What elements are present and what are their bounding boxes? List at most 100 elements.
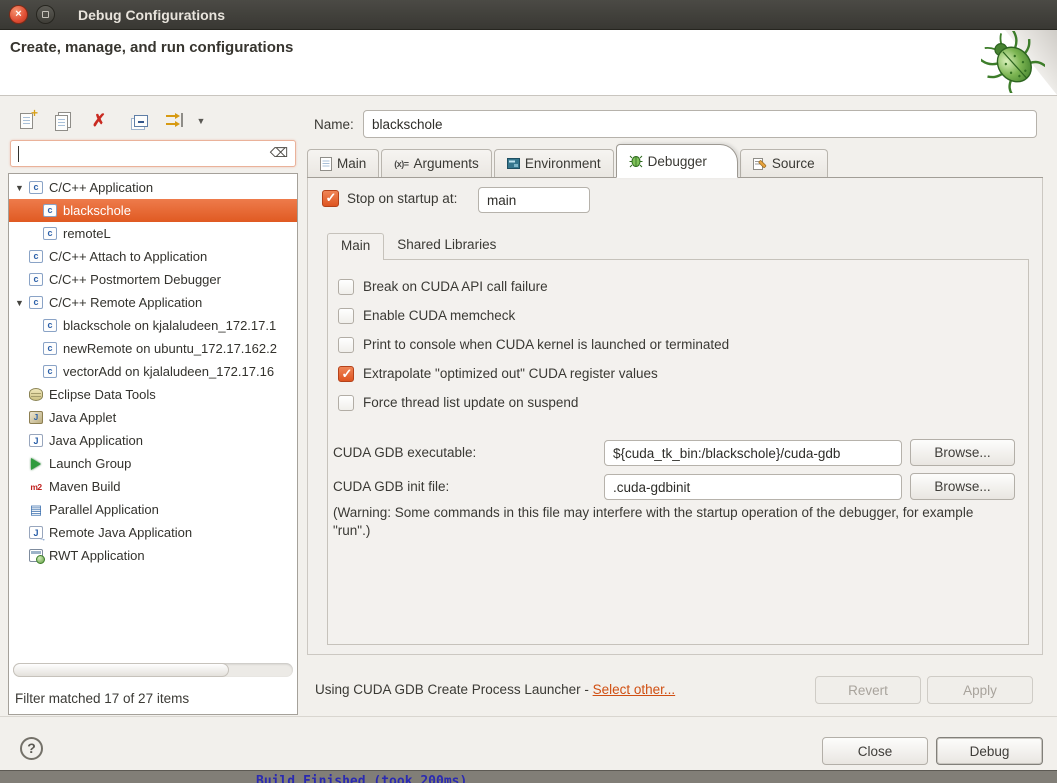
option-checkbox[interactable] [338,395,354,411]
filter-status: Filter matched 17 of 27 items [15,691,189,706]
tree-item[interactable]: ▼ C/C++ Remote Application [9,291,297,314]
tree-box: ▼ C/C++ Application blackschole remoteL … [8,173,298,715]
remote-java-icon [29,526,43,539]
tree-item[interactable]: blackschole [9,199,297,222]
delete-configuration-icon[interactable]: ✗ [89,111,109,131]
banner-title: Create, manage, and run configurations [10,39,293,56]
console-text-clipped: Build Finished (took 200ms) [256,774,467,783]
window-close-button[interactable]: × [9,5,28,24]
option-checkbox[interactable] [338,366,354,382]
parallel-app-icon [29,503,43,516]
gdb-executable-browse-button[interactable]: Browse... [910,439,1015,466]
tab-debugger[interactable]: Debugger [616,144,738,178]
tree-item[interactable]: C/C++ Attach to Application [9,245,297,268]
tree-item[interactable]: newRemote on ubuntu_172.17.162.2 [9,337,297,360]
window-restore-button[interactable] [36,5,55,24]
option-checkbox[interactable] [338,279,354,295]
tree-item[interactable]: Remote Java Application [9,521,297,544]
c-app-icon [43,365,57,378]
tab-arguments[interactable]: (x)= Arguments [381,149,492,177]
arguments-icon: (x)= [394,159,408,169]
debugger-option-row: Extrapolate "optimized out" CUDA registe… [338,359,729,388]
gdb-executable-input[interactable] [604,440,902,466]
title-bar: × Debug Configurations [0,0,1057,30]
tree-item[interactable]: RWT Application [9,544,297,567]
select-other-link[interactable]: Select other... [593,682,676,697]
stop-on-startup-checkbox[interactable] [322,190,339,207]
tree-item[interactable]: Java Application [9,429,297,452]
tree-item[interactable]: blackschole on kjalaludeen_172.17.1 [9,314,297,337]
tree-item[interactable]: remoteL [9,222,297,245]
text-cursor [18,146,19,162]
c-app-icon [29,296,43,309]
gdb-init-file-input[interactable] [604,474,902,500]
tree-item[interactable]: Maven Build [9,475,297,498]
environment-icon [507,157,520,170]
debug-configurations-dialog: × Debug Configurations Create, manage, a… [0,0,1057,783]
gdbinit-warning-text: (Warning: Some commands in this file may… [333,504,1001,540]
launcher-text: Using CUDA GDB Create Process Launcher - [315,682,593,697]
collapse-all-icon[interactable] [131,111,151,131]
tab-environment[interactable]: Environment [494,149,614,177]
header-banner: Create, manage, and run configurations [0,30,1057,96]
tab-source[interactable]: Source [740,149,828,177]
launcher-status: Using CUDA GDB Create Process Launcher -… [315,682,675,697]
expand-arrow-icon[interactable]: ▼ [15,298,29,308]
debugger-option-row: Enable CUDA memcheck [338,301,729,330]
debugger-subtabs: Main Shared Libraries [327,233,509,260]
duplicate-configuration-icon[interactable] [53,111,73,131]
footer-separator [0,716,1057,717]
document-icon [320,157,332,171]
option-checkbox[interactable] [338,337,354,353]
help-button[interactable]: ? [20,737,43,760]
close-button[interactable]: Close [822,737,928,765]
gdb-init-file-browse-button[interactable]: Browse... [910,473,1015,500]
debug-button[interactable]: Debug [936,737,1043,765]
window-title: Debug Configurations [78,7,225,23]
name-label: Name: [314,117,354,132]
tree-item[interactable]: C/C++ Postmortem Debugger [9,268,297,291]
option-checkbox[interactable] [338,308,354,324]
debugger-option-row: Force thread list update on suspend [338,388,729,417]
name-input[interactable] [363,110,1037,138]
expand-arrow-icon[interactable]: ▼ [15,183,29,193]
subtab-main[interactable]: Main [327,233,384,260]
java-applet-icon [29,411,43,424]
scrollbar-thumb[interactable] [13,663,229,677]
tab-main[interactable]: Main [307,149,379,177]
subtab-shared-libraries[interactable]: Shared Libraries [384,233,509,260]
clear-filter-icon[interactable]: ⌫ [269,145,289,161]
c-app-icon [43,319,57,332]
c-app-icon [29,250,43,263]
rwt-app-icon [29,549,43,562]
tree-item[interactable]: vectorAdd on kjalaludeen_172.17.16 [9,360,297,383]
filter-configurations-icon[interactable] [165,111,185,131]
horizontal-scrollbar[interactable] [13,663,293,677]
source-icon [753,157,767,171]
debugger-option-row: Print to console when CUDA kernel is lau… [338,330,729,359]
stop-on-startup-input[interactable] [478,187,590,213]
config-tabs: Main (x)= Arguments Environment Debugger… [307,144,1043,178]
c-app-icon [29,273,43,286]
toolbar-dropdown-arrow-icon[interactable]: ▼ [191,111,211,131]
revert-button[interactable]: Revert [815,676,921,704]
new-configuration-icon[interactable] [16,111,36,131]
stop-on-startup-row: Stop on startup at: [322,190,457,207]
configurations-tree: ▼ C/C++ Application blackschole remoteL … [9,176,297,567]
filter-input[interactable]: ⌫ [10,140,296,167]
configurations-panel: ✗ ▼ ⌫ ▼ C/C++ Application blackschole re… [8,103,298,715]
tree-item[interactable]: Parallel Application [9,498,297,521]
tree-item[interactable]: Eclipse Data Tools [9,383,297,406]
tree-item[interactable]: Java Applet [9,406,297,429]
background-window-strip: Build Finished (took 200ms) [0,770,1057,783]
debugger-option-row: Break on CUDA API call failure [338,272,729,301]
tree-item[interactable]: ▼ C/C++ Application [9,176,297,199]
apply-button[interactable]: Apply [927,676,1033,704]
maven-icon [29,480,43,493]
debugger-main-group: Break on CUDA API call failure Enable CU… [327,259,1029,645]
gdb-init-file-label: CUDA GDB init file: [333,479,449,494]
c-app-icon [43,227,57,240]
bug-icon [629,154,643,168]
database-icon [29,388,43,401]
tree-item[interactable]: Launch Group [9,452,297,475]
